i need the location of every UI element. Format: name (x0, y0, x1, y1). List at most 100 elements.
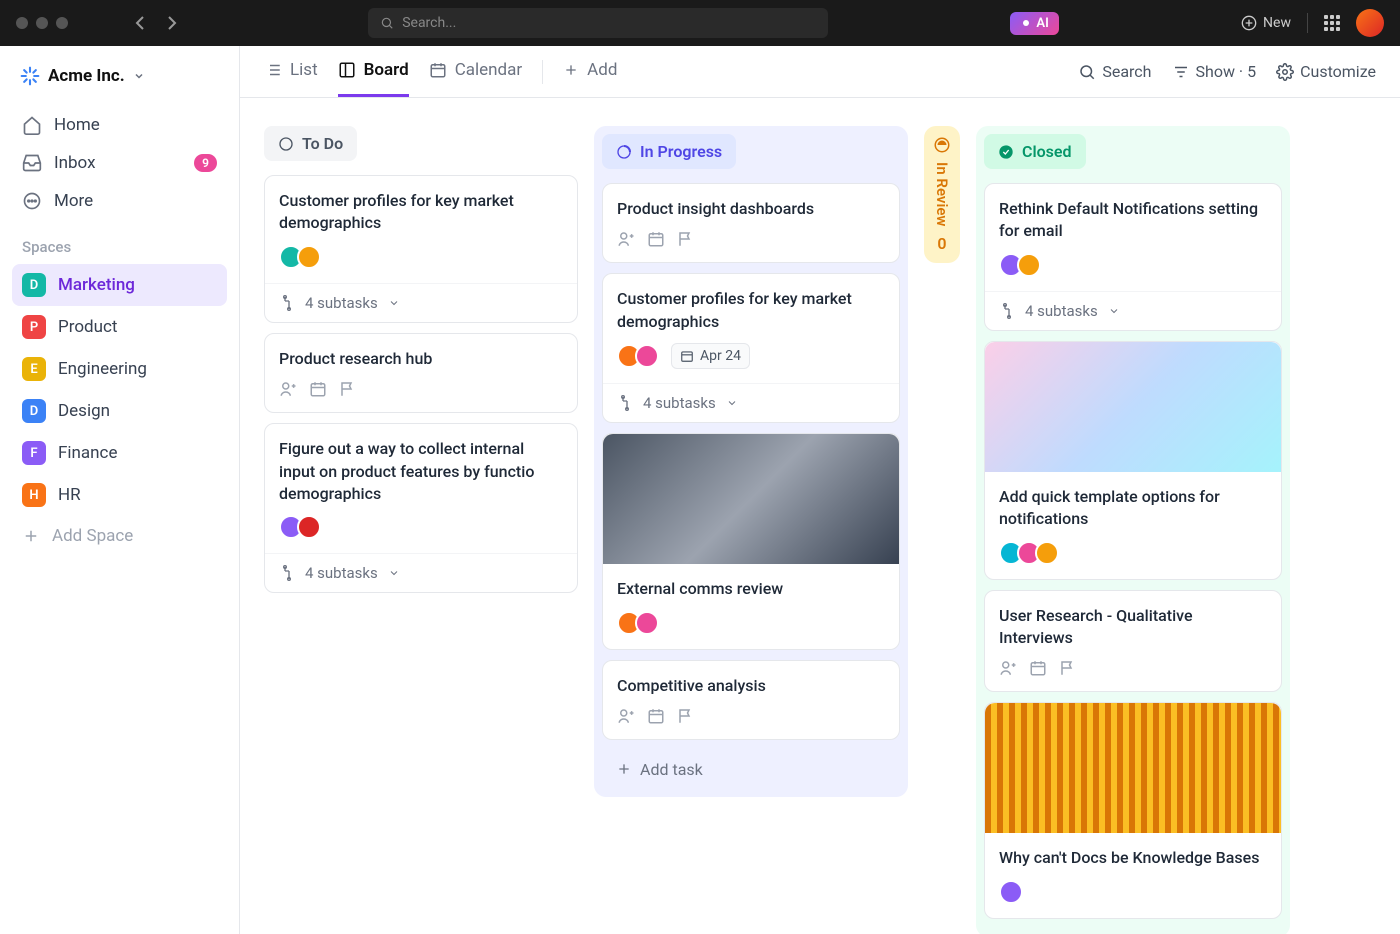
space-item-marketing[interactable]: DMarketing (12, 264, 227, 306)
toolbar-search[interactable]: Search (1078, 62, 1151, 81)
space-item-product[interactable]: PProduct (12, 306, 227, 348)
toolbar-customize[interactable]: Customize (1276, 62, 1376, 81)
view-tab-calendar[interactable]: Calendar (429, 46, 522, 97)
nav-forward[interactable] (158, 9, 186, 37)
column-in-review[interactable]: In Review 0 (924, 126, 960, 263)
column-title: In Review (933, 162, 951, 226)
global-search[interactable]: Search... (368, 8, 828, 38)
flag-icon[interactable] (339, 380, 357, 398)
column-header-todo[interactable]: To Do (264, 126, 357, 161)
column-title: In Progress (640, 142, 722, 161)
plus-icon (616, 761, 632, 777)
assignee-icon[interactable] (999, 659, 1017, 677)
space-label: Finance (58, 443, 117, 463)
maximize-window[interactable] (56, 17, 68, 29)
card-title: Rethink Default Notifications setting fo… (999, 198, 1267, 243)
date-icon[interactable] (309, 380, 327, 398)
task-card[interactable]: Add quick template options for notificat… (984, 341, 1282, 580)
date-icon[interactable] (1029, 659, 1047, 677)
subtask-count: 4 subtasks (643, 394, 716, 412)
task-card[interactable]: Figure out a way to collect internal inp… (264, 423, 578, 593)
sidebar-item-more[interactable]: More (12, 182, 227, 220)
sidebar-item-home[interactable]: Home (12, 106, 227, 144)
nav-back[interactable] (126, 9, 154, 37)
subtask-count: 4 subtasks (305, 564, 378, 582)
apps-menu[interactable] (1324, 15, 1340, 31)
card-title: Why can't Docs be Knowledge Bases (999, 847, 1267, 869)
subtask-count: 4 subtasks (1025, 302, 1098, 320)
card-title: Customer profiles for key market demogra… (279, 190, 563, 235)
sidebar-label: More (54, 191, 93, 211)
task-card[interactable]: User Research - Qualitative Interviews (984, 590, 1282, 693)
column-title: Closed (1022, 142, 1072, 161)
sidebar-label: Home (54, 115, 100, 135)
task-card[interactable]: Why can't Docs be Knowledge Bases (984, 702, 1282, 918)
review-icon (933, 136, 951, 154)
due-date[interactable]: Apr 24 (671, 343, 750, 369)
assignees[interactable] (617, 611, 659, 635)
space-item-design[interactable]: DDesign (12, 390, 227, 432)
flag-icon[interactable] (1059, 659, 1077, 677)
assignee-icon[interactable] (617, 230, 635, 248)
view-tab-list[interactable]: List (264, 46, 318, 97)
task-card[interactable]: Competitive analysis (602, 660, 900, 740)
task-card[interactable]: Rethink Default Notifications setting fo… (984, 183, 1282, 331)
space-item-finance[interactable]: FFinance (12, 432, 227, 474)
view-tab-board[interactable]: Board (338, 46, 409, 97)
assignee-icon[interactable] (279, 380, 297, 398)
column-header-closed[interactable]: Closed (984, 134, 1086, 169)
chevron-down-icon (726, 397, 738, 409)
subtask-count: 4 subtasks (305, 294, 378, 312)
view-label: List (290, 60, 318, 80)
task-card[interactable]: Product research hub (264, 333, 578, 413)
window-controls (16, 17, 68, 29)
minimize-window[interactable] (36, 17, 48, 29)
filter-icon (1172, 63, 1190, 81)
card-subtasks[interactable]: 4 subtasks (603, 383, 899, 422)
space-item-hr[interactable]: HHR (12, 474, 227, 516)
close-window[interactable] (16, 17, 28, 29)
user-avatar[interactable] (1356, 9, 1384, 37)
add-task-button[interactable]: Add task (602, 750, 900, 789)
date-icon[interactable] (647, 707, 665, 725)
space-label: Design (58, 401, 110, 421)
assignees[interactable] (279, 245, 321, 269)
task-card[interactable]: Customer profiles for key market demogra… (264, 175, 578, 323)
new-button[interactable]: New (1241, 15, 1291, 31)
chevron-down-icon (133, 70, 145, 82)
card-meta (617, 707, 885, 725)
space-item-engineering[interactable]: EEngineering (12, 348, 227, 390)
add-view-button[interactable]: Add (563, 46, 617, 97)
card-subtasks[interactable]: 4 subtasks (265, 283, 577, 322)
assignees[interactable] (999, 541, 1059, 565)
workspace-picker[interactable]: Acme Inc. (12, 60, 227, 92)
card-title: Product research hub (279, 348, 563, 370)
flag-icon[interactable] (677, 230, 695, 248)
toolbar-show[interactable]: Show · 5 (1172, 62, 1257, 81)
assignees[interactable] (279, 515, 321, 539)
search-icon (1078, 63, 1096, 81)
card-subtasks[interactable]: 4 subtasks (985, 291, 1281, 330)
chevron-down-icon (388, 567, 400, 579)
nav-arrows (126, 9, 186, 37)
task-card[interactable]: Customer profiles for key market demogra… (602, 273, 900, 423)
assignees[interactable] (999, 253, 1041, 277)
assignee-icon[interactable] (617, 707, 635, 725)
sidebar-item-inbox[interactable]: Inbox 9 (12, 144, 227, 182)
assignees[interactable] (617, 344, 659, 368)
assignees[interactable] (999, 880, 1023, 904)
column-header-progress[interactable]: In Progress (602, 134, 736, 169)
card-cover-image (985, 703, 1281, 833)
card-title: External comms review (617, 578, 885, 600)
space-icon: P (22, 315, 46, 339)
subtask-icon (279, 295, 295, 311)
workspace-name: Acme Inc. (48, 66, 125, 86)
date-icon[interactable] (647, 230, 665, 248)
ai-button[interactable]: AI (1010, 12, 1058, 35)
flag-icon[interactable] (677, 707, 695, 725)
card-subtasks[interactable]: 4 subtasks (265, 553, 577, 592)
add-space-button[interactable]: Add Space (12, 516, 227, 556)
new-label: New (1263, 15, 1291, 31)
task-card[interactable]: Product insight dashboards (602, 183, 900, 263)
task-card[interactable]: External comms review (602, 433, 900, 649)
